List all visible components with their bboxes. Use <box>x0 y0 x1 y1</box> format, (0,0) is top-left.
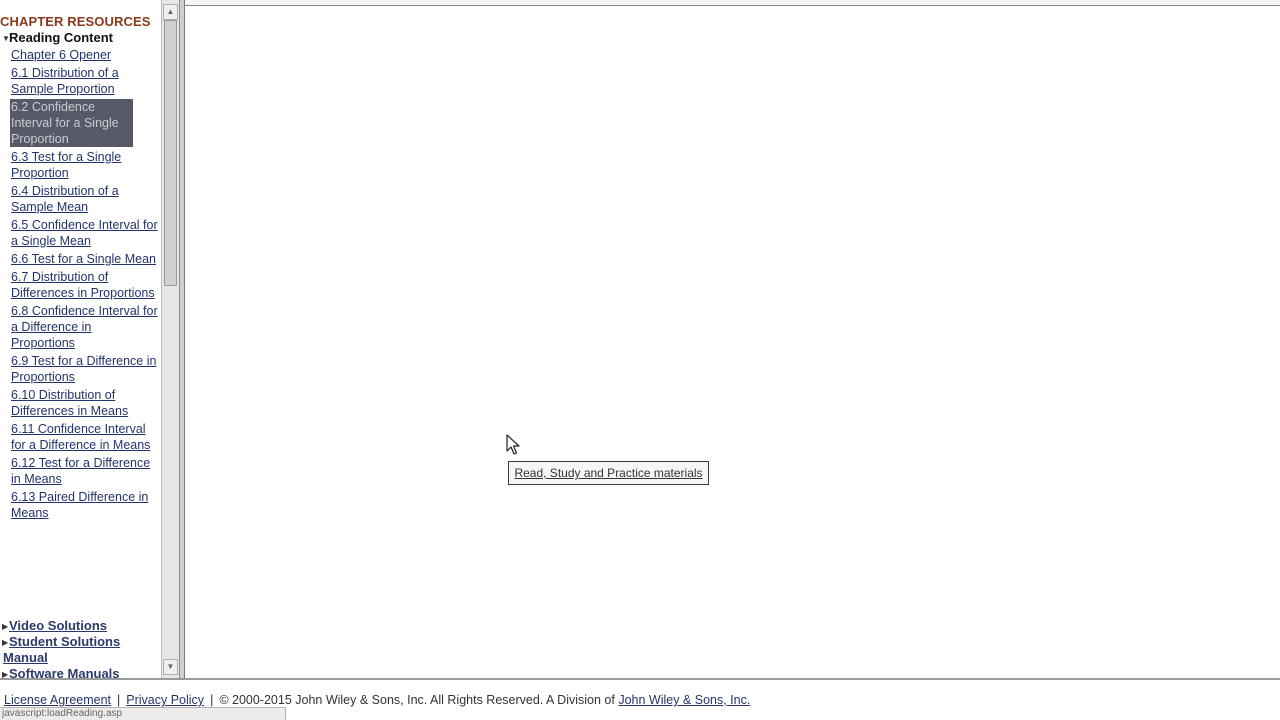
toc-item-6-9[interactable]: 6.9 Test for a Difference in Proportions <box>10 353 158 385</box>
toc-item-6-4[interactable]: 6.4 Distribution of a Sample Mean <box>10 183 158 215</box>
toc-item-chapter-opener[interactable]: Chapter 6 Opener <box>10 47 158 63</box>
section-video-solutions-label: Video Solutions <box>9 618 107 633</box>
copyright-text: © 2000-2015 John Wiley & Sons, Inc. All … <box>219 693 615 707</box>
triangle-down-icon: ▼ <box>2 34 10 43</box>
section-student-solutions[interactable]: ▶Student Solutions <box>2 634 120 649</box>
section-software-manuals-label: Software Manuals <box>9 666 120 678</box>
privacy-policy-link[interactable]: Privacy Policy <box>126 693 204 707</box>
tooltip: Read, Study and Practice materials <box>508 461 709 485</box>
wiley-company-link[interactable]: John Wiley & Sons, Inc. <box>618 693 750 707</box>
toc-item-6-12[interactable]: 6.12 Test for a Difference in Means <box>10 455 158 487</box>
footer-separator: | <box>210 693 214 707</box>
triangle-right-icon: ▶ <box>2 638 9 647</box>
toc-item-6-2[interactable]: 6.2 Confidence Interval for a Single Pro… <box>10 99 133 147</box>
toc-item-6-1[interactable]: 6.1 Distribution of a Sample Proportion <box>10 65 158 97</box>
triangle-right-icon: ▶ <box>2 670 9 678</box>
section-student-solutions-label-2: Manual <box>3 650 48 665</box>
reading-content-list: Chapter 6 Opener 6.1 Distribution of a S… <box>10 47 158 523</box>
section-software-manuals[interactable]: ▶Software Manuals <box>2 666 120 678</box>
section-student-solutions-label: Student Solutions <box>9 634 121 649</box>
toc-item-6-7[interactable]: 6.7 Distribution of Differences in Propo… <box>10 269 158 301</box>
sidebar-heading: CHAPTER RESOURCES <box>0 14 151 29</box>
section-reading-content[interactable]: ▼Reading Content <box>2 30 113 45</box>
toc-item-6-13[interactable]: 6.13 Paired Difference in Means <box>10 489 158 521</box>
section-student-solutions-manual[interactable]: Manual <box>3 650 48 665</box>
footer-divider <box>0 678 1280 680</box>
toc-item-6-11[interactable]: 6.11 Confidence Interval for a Differenc… <box>10 421 158 453</box>
sidebar-scrollbar[interactable]: ▲ ▼ <box>161 0 180 678</box>
scrollbar-thumb[interactable] <box>164 20 177 286</box>
section-video-solutions[interactable]: ▶Video Solutions <box>2 618 107 633</box>
scroll-down-arrow-icon[interactable]: ▼ <box>163 659 178 675</box>
triangle-right-icon: ▶ <box>2 622 9 631</box>
section-reading-content-label: Reading Content <box>9 30 113 45</box>
browser-page: CHAPTER RESOURCES ▼Reading Content Chapt… <box>0 0 1280 720</box>
footer-separator: | <box>117 693 121 707</box>
toc-item-6-10[interactable]: 6.10 Distribution of Differences in Mean… <box>10 387 158 419</box>
browser-status-bar: javascript:loadReading.asp <box>0 707 286 720</box>
toc-item-6-6[interactable]: 6.6 Test for a Single Mean <box>10 251 158 267</box>
scroll-up-arrow-icon[interactable]: ▲ <box>163 4 178 20</box>
toc-item-6-5[interactable]: 6.5 Confidence Interval for a Single Mea… <box>10 217 158 249</box>
page-footer: License Agreement | Privacy Policy | © 2000-… <box>4 693 750 707</box>
license-agreement-link[interactable]: License Agreement <box>4 693 111 707</box>
toc-item-6-8[interactable]: 6.8 Confidence Interval for a Difference… <box>10 303 158 351</box>
main-content-frame <box>185 6 1280 678</box>
arrow-cursor-icon <box>506 434 520 455</box>
toc-item-6-3[interactable]: 6.3 Test for a Single Proportion <box>10 149 158 181</box>
chapter-resources-sidebar: CHAPTER RESOURCES ▼Reading Content Chapt… <box>0 0 161 678</box>
